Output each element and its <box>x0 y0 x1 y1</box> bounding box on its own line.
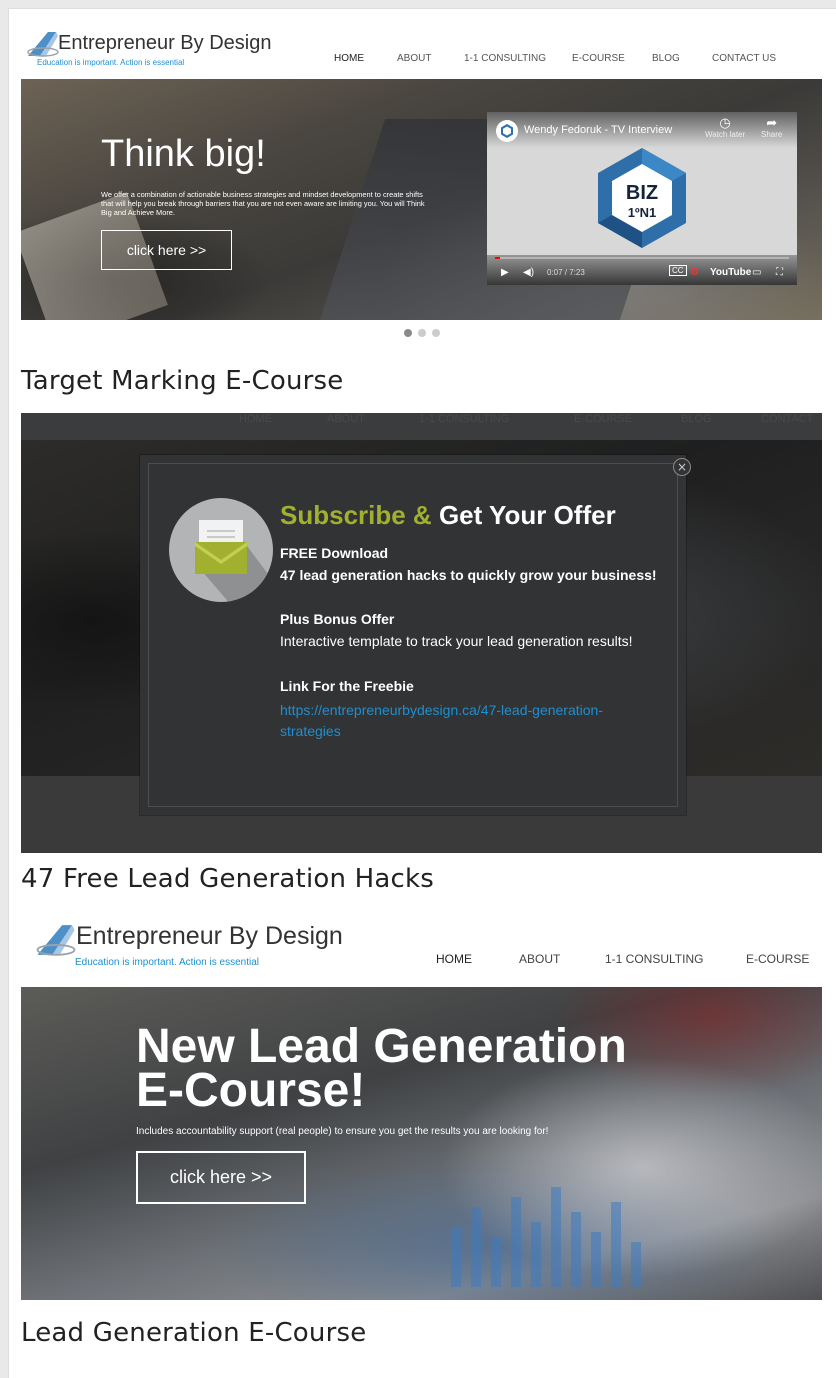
hero-blurb: Includes accountability support (real pe… <box>136 1126 549 1137</box>
modal-title-accent: Subscribe & <box>280 500 432 530</box>
nav-home[interactable]: HOME <box>334 53 364 64</box>
modal-title-rest: Get Your Offer <box>438 500 616 530</box>
cast-icon[interactable]: ▭ <box>752 267 761 278</box>
link-heading: Link For the Freebie <box>280 678 414 694</box>
envelope-icon <box>169 498 273 602</box>
youtube-player[interactable]: Wendy Fedoruk - TV Interview ◷ Watch lat… <box>487 112 797 285</box>
hero-headline-line2: E-Course! <box>136 1064 366 1117</box>
nav-ecourse[interactable]: E-COURSE <box>746 952 809 966</box>
modal-close-icon[interactable]: × <box>673 458 691 476</box>
clock-icon: ◷ <box>719 115 731 130</box>
freebie-description: 47 lead generation hacks to quickly grow… <box>280 567 657 583</box>
slider-dot[interactable] <box>403 329 412 337</box>
watch-later-label: Watch later <box>705 130 746 139</box>
hero-background-bars <box>451 1187 641 1287</box>
hero-slide: Think big! We offer a combination of act… <box>21 79 822 320</box>
site-header: Entrepreneur By Design Education is impo… <box>21 912 822 987</box>
bonus-description: Interactive template to track your lead … <box>280 633 633 649</box>
video-progress-track[interactable] <box>495 257 789 259</box>
hero-headline: New Lead Generation E-Course! <box>136 1023 736 1115</box>
nav-blog[interactable]: BLOG <box>652 53 680 64</box>
captions-icon[interactable]: CC <box>669 265 687 276</box>
caption-lead-ecourse[interactable]: Lead Generation E-Course <box>21 1318 366 1348</box>
card-lead-hacks[interactable]: HOME ABOUT 1-1 CONSULTING E-COURSE BLOG … <box>21 413 822 853</box>
bonus-heading: Plus Bonus Offer <box>280 611 395 627</box>
slider-dot[interactable] <box>431 329 440 337</box>
freebie-heading: FREE Download <box>280 545 389 561</box>
nav-consulting[interactable]: 1-1 CONSULTING <box>605 952 703 966</box>
caption-lead-hacks[interactable]: 47 Free Lead Generation Hacks <box>21 864 434 894</box>
video-progress-fill <box>495 257 500 259</box>
volume-icon[interactable]: ◀) <box>523 267 534 278</box>
click-here-button[interactable]: click here >> <box>101 230 232 270</box>
hero-blurb: We offer a combination of actionable bus… <box>101 190 425 217</box>
logo-tagline: Education is important. Action is essent… <box>75 957 259 968</box>
modal-title: Subscribe & Get Your Offer <box>280 500 616 531</box>
logo-mark-icon <box>36 925 76 956</box>
logo-tagline: Education is important. Action is essent… <box>37 58 185 67</box>
slider-dot[interactable] <box>417 329 426 337</box>
ghost-nav-item: E-COURSE <box>574 413 633 425</box>
share-button[interactable]: ➦ Share <box>761 115 783 140</box>
card-lead-ecourse[interactable]: Entrepreneur By Design Education is impo… <box>21 912 822 1300</box>
play-icon[interactable]: ▶ <box>501 267 509 278</box>
logo-mark-icon <box>27 32 59 57</box>
biz-logo-bottom-text: 1ºN1 <box>628 205 657 220</box>
subscribe-modal: × Subscribe & Get Your Offer FREE Downlo… <box>140 455 691 815</box>
share-label: Share <box>761 130 783 139</box>
biz-logo-top-text: BIZ <box>626 182 658 204</box>
ghost-nav-item: CONTACT <box>761 413 814 425</box>
ghost-nav-item: 1-1 CONSULTING <box>419 413 510 425</box>
video-control-bar: ▶ ◀) 0:07 / 7:23 CC ⚙ YouTube ▭ ⛶ <box>487 255 797 285</box>
fullscreen-icon[interactable]: ⛶ <box>776 267 783 278</box>
freebie-link[interactable]: https://entrepreneurbydesign.ca/47-lead-… <box>280 700 640 742</box>
logo-name: Entrepreneur By Design <box>76 922 343 950</box>
ghost-nav-item: ABOUT <box>327 413 365 425</box>
video-time: 0:07 / 7:23 <box>547 268 585 277</box>
card-target-marking[interactable]: Entrepreneur By Design Education is impo… <box>21 23 822 354</box>
site-header: Entrepreneur By Design Education is impo… <box>21 23 822 79</box>
nav-ecourse[interactable]: E-COURSE <box>572 53 625 64</box>
nav-contact[interactable]: CONTACT US <box>712 53 776 64</box>
logo-name: Entrepreneur By Design <box>58 32 272 54</box>
nav-home[interactable]: HOME <box>436 952 472 966</box>
watch-later-button[interactable]: ◷ Watch later <box>705 115 746 140</box>
caption-target-marking[interactable]: Target Marking E-Course <box>21 366 343 396</box>
ghost-nav-item: HOME <box>239 413 272 425</box>
ghost-nav-item: BLOG <box>681 413 712 425</box>
channel-avatar[interactable] <box>496 120 518 142</box>
hero-slide: New Lead Generation E-Course! Includes a… <box>21 987 822 1300</box>
share-arrow-icon: ➦ <box>766 115 778 130</box>
click-here-button[interactable]: click here >> <box>136 1151 306 1204</box>
settings-gear-icon[interactable]: ⚙ <box>690 267 699 278</box>
nav-about[interactable]: ABOUT <box>519 952 560 966</box>
hero-headline: Think big! <box>101 133 266 175</box>
nav-about[interactable]: ABOUT <box>397 53 431 64</box>
faded-site-nav: HOME ABOUT 1-1 CONSULTING E-COURSE BLOG … <box>21 413 822 440</box>
youtube-logo-button[interactable]: YouTube <box>710 267 751 278</box>
video-title[interactable]: Wendy Fedoruk - TV Interview <box>524 124 672 136</box>
biz-1on1-logo: BIZ 1ºN1 <box>598 148 686 248</box>
nav-consulting[interactable]: 1-1 CONSULTING <box>464 53 546 64</box>
biz-small-icon <box>501 124 513 138</box>
slider-dots <box>21 329 822 337</box>
